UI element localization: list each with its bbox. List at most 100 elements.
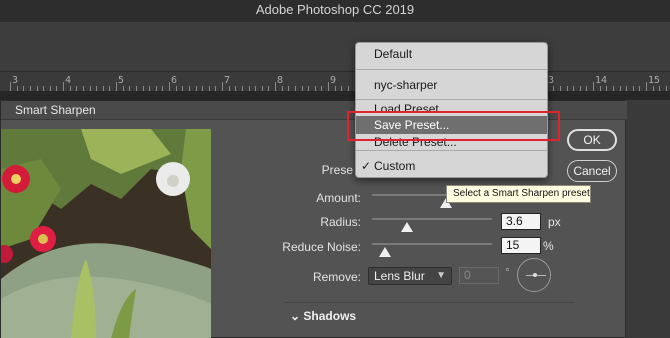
canvas-area bbox=[0, 92, 670, 100]
ruler-mark bbox=[76, 86, 78, 91]
ruler-mark bbox=[652, 86, 654, 91]
ruler-tick-label: 15 bbox=[648, 75, 661, 86]
reduce-noise-input[interactable]: 15 bbox=[501, 237, 541, 254]
ruler-mark bbox=[49, 86, 51, 91]
ruler-mark bbox=[23, 86, 25, 91]
ruler-mark bbox=[208, 86, 210, 91]
ruler-tick-label: 7 bbox=[224, 75, 231, 86]
ruler-mark bbox=[281, 86, 283, 91]
reduce-noise-unit: % bbox=[543, 239, 554, 253]
app-title-bar: Adobe Photoshop CC 2019 bbox=[0, 0, 670, 22]
menu-separator bbox=[356, 69, 547, 70]
ruler-mark bbox=[275, 82, 276, 91]
ruler-mark bbox=[222, 82, 223, 91]
remove-dropdown-value: Lens Blur bbox=[374, 269, 425, 283]
ruler-mark bbox=[241, 86, 243, 91]
photoshop-window: Adobe Photoshop CC 2019 3456789101112131… bbox=[0, 0, 670, 338]
ruler-mark bbox=[288, 86, 290, 91]
menu-item-default[interactable]: Default bbox=[356, 45, 547, 63]
ruler-mark bbox=[89, 86, 91, 91]
ruler-tick-label: 6 bbox=[171, 75, 178, 86]
reduce-noise-slider[interactable] bbox=[372, 243, 492, 257]
checkmark-icon: ✓ bbox=[361, 159, 372, 173]
preset-tooltip: Select a Smart Sharpen preset bbox=[446, 185, 591, 203]
ok-button[interactable]: OK bbox=[567, 129, 617, 151]
ruler-mark bbox=[122, 86, 124, 91]
preset-label: Prese bbox=[321, 163, 353, 177]
ruler-mark bbox=[109, 86, 111, 91]
ruler-mark bbox=[334, 86, 336, 91]
ruler-mark bbox=[195, 86, 197, 91]
ruler-mark bbox=[215, 86, 217, 91]
ruler-mark bbox=[82, 86, 84, 91]
ruler-mark bbox=[321, 86, 323, 91]
ruler-tick-label: 8 bbox=[277, 75, 284, 86]
menu-item-custom[interactable]: ✓ Custom bbox=[356, 157, 547, 175]
ruler-mark bbox=[96, 86, 98, 91]
preview-photo bbox=[1, 129, 211, 338]
angle-dial[interactable] bbox=[517, 258, 551, 292]
ruler-mark bbox=[29, 86, 31, 91]
angle-dial-center bbox=[533, 273, 537, 277]
ruler-mark bbox=[268, 86, 270, 91]
horizontal-ruler: 3456789101112131415 bbox=[0, 72, 670, 92]
ruler-mark bbox=[235, 86, 237, 91]
ruler-mark bbox=[116, 82, 117, 91]
menu-item-custom-label: Custom bbox=[374, 159, 416, 173]
highlight-annotation-box bbox=[347, 111, 560, 141]
ruler-mark bbox=[573, 86, 575, 91]
ruler-mark bbox=[63, 82, 64, 91]
ruler-mark bbox=[102, 86, 104, 91]
ruler-mark bbox=[135, 86, 137, 91]
ruler-mark bbox=[593, 82, 594, 91]
menu-item-nyc-sharper[interactable]: nyc-sharper bbox=[356, 76, 547, 94]
ruler-tick-label: 9 bbox=[330, 75, 337, 86]
angle-input[interactable]: 0 bbox=[459, 267, 499, 284]
ruler-mark bbox=[606, 86, 608, 91]
ruler-tick-label: 14 bbox=[595, 75, 608, 86]
shadows-label: Shadows bbox=[303, 309, 357, 323]
ruler-mark bbox=[248, 86, 250, 91]
radius-slider-thumb[interactable] bbox=[400, 222, 413, 232]
ruler-mark bbox=[149, 86, 151, 91]
ruler-mark bbox=[626, 86, 628, 91]
reduce-noise-label: Reduce Noise: bbox=[282, 240, 361, 254]
reduce-noise-slider-thumb[interactable] bbox=[379, 247, 392, 257]
cancel-button[interactable]: Cancel bbox=[567, 160, 617, 182]
remove-label: Remove: bbox=[312, 270, 361, 284]
ruler-mark bbox=[566, 86, 568, 91]
ruler-mark bbox=[228, 86, 230, 91]
ruler-mark bbox=[169, 82, 170, 91]
ruler-mark bbox=[314, 86, 316, 91]
amount-label: Amount: bbox=[316, 191, 361, 205]
ruler-mark bbox=[43, 86, 45, 91]
ruler-mark bbox=[639, 86, 641, 91]
remove-dropdown[interactable]: Lens Blur ▼ bbox=[368, 267, 452, 285]
radius-unit: px bbox=[548, 215, 561, 229]
ruler-mark bbox=[301, 86, 303, 91]
ruler-mark bbox=[308, 86, 310, 91]
ruler-mark bbox=[347, 86, 349, 91]
ruler-mark bbox=[261, 86, 263, 91]
ruler-mark bbox=[619, 86, 621, 91]
ruler-mark bbox=[665, 86, 667, 91]
ruler-mark bbox=[175, 86, 177, 91]
ruler-mark bbox=[202, 86, 204, 91]
ruler-mark bbox=[155, 86, 157, 91]
ruler-mark bbox=[69, 86, 71, 91]
ruler-mark bbox=[659, 86, 661, 91]
ruler-tick-label: 4 bbox=[65, 75, 72, 86]
ruler-mark bbox=[341, 86, 343, 91]
ruler-mark bbox=[553, 86, 555, 91]
ruler-mark bbox=[586, 86, 588, 91]
radius-input[interactable]: 3.6 bbox=[501, 213, 541, 230]
ruler-mark bbox=[16, 86, 18, 91]
ruler-mark bbox=[612, 86, 614, 91]
shadows-section-toggle[interactable]: ⌄ Shadows bbox=[290, 309, 356, 323]
radius-label: Radius: bbox=[320, 215, 361, 229]
ruler-mark bbox=[579, 86, 581, 91]
degree-symbol: ° bbox=[505, 265, 510, 279]
preview-image[interactable] bbox=[1, 129, 211, 338]
radius-slider[interactable] bbox=[372, 218, 492, 232]
ruler-mark bbox=[294, 86, 296, 91]
